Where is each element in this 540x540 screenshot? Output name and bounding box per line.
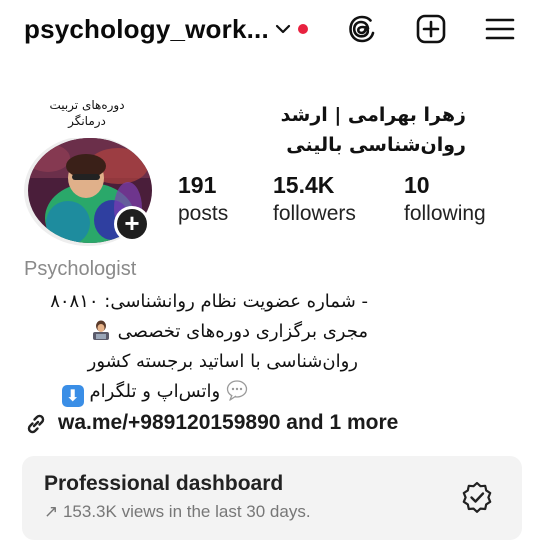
- following-count: 10: [404, 172, 430, 198]
- technologist-emoji-icon: [92, 320, 109, 340]
- link-icon: [27, 414, 45, 434]
- posts-label: posts: [178, 202, 229, 225]
- notification-dot: [298, 24, 308, 34]
- threads-icon[interactable]: [346, 13, 378, 45]
- down-arrow-icon: ⬇: [61, 385, 84, 407]
- speech-bubble-icon: [226, 380, 248, 401]
- plus-icon: +: [117, 209, 147, 239]
- profile-category: Psychologist: [24, 258, 137, 280]
- chevron-down-icon[interactable]: [274, 20, 292, 38]
- username-switcher[interactable]: psychology_work...: [24, 14, 269, 45]
- add-story-button[interactable]: +: [114, 206, 150, 242]
- profile-note-text: دوره‌های تربیت درمانگر: [49, 98, 125, 128]
- bio-line: روان‌شناسی با اساتید برجسته کشور: [87, 351, 358, 372]
- followers-label: followers: [273, 202, 356, 225]
- bio-line-text: واتس‌اپ و تلگرام: [89, 381, 221, 402]
- menu-icon[interactable]: [484, 13, 516, 45]
- followers-count: 15.4K: [273, 172, 335, 198]
- bio-line: مجری برگزاری دوره‌های تخصصی: [0, 317, 368, 347]
- dashboard-subtitle: ↗ 153.3K views in the last 30 days.: [44, 502, 311, 521]
- posts-count: 191: [178, 172, 217, 198]
- bio-line: - شماره عضویت نظام روانشناسی: ۸۰۸۱۰: [50, 291, 368, 312]
- bio-line-text: مجری برگزاری دوره‌های تخصصی: [117, 321, 368, 342]
- following-label: following: [404, 202, 486, 225]
- bio-line: واتس‌اپ و تلگرام ⬇: [0, 377, 248, 407]
- stat-following[interactable]: 10 following: [404, 170, 486, 228]
- profile-full-name: زهرا بهرامی | ارشد روان‌شناسی بالینی: [280, 104, 466, 156]
- profile-link-text[interactable]: wa.me/+989120159890 and 1 more: [58, 408, 398, 438]
- top-bar: psychology_work...: [0, 0, 540, 62]
- verified-badge-icon: [462, 481, 492, 513]
- create-post-icon[interactable]: [415, 13, 447, 45]
- stat-followers[interactable]: 15.4K followers: [273, 170, 356, 228]
- stat-posts[interactable]: 191 posts: [178, 170, 228, 228]
- profile-note[interactable]: دوره‌های تربیت درمانگر: [28, 92, 146, 138]
- professional-dashboard-card[interactable]: Professional dashboard ↗ 153.3K views in…: [22, 456, 522, 540]
- dashboard-title: Professional dashboard: [44, 472, 284, 495]
